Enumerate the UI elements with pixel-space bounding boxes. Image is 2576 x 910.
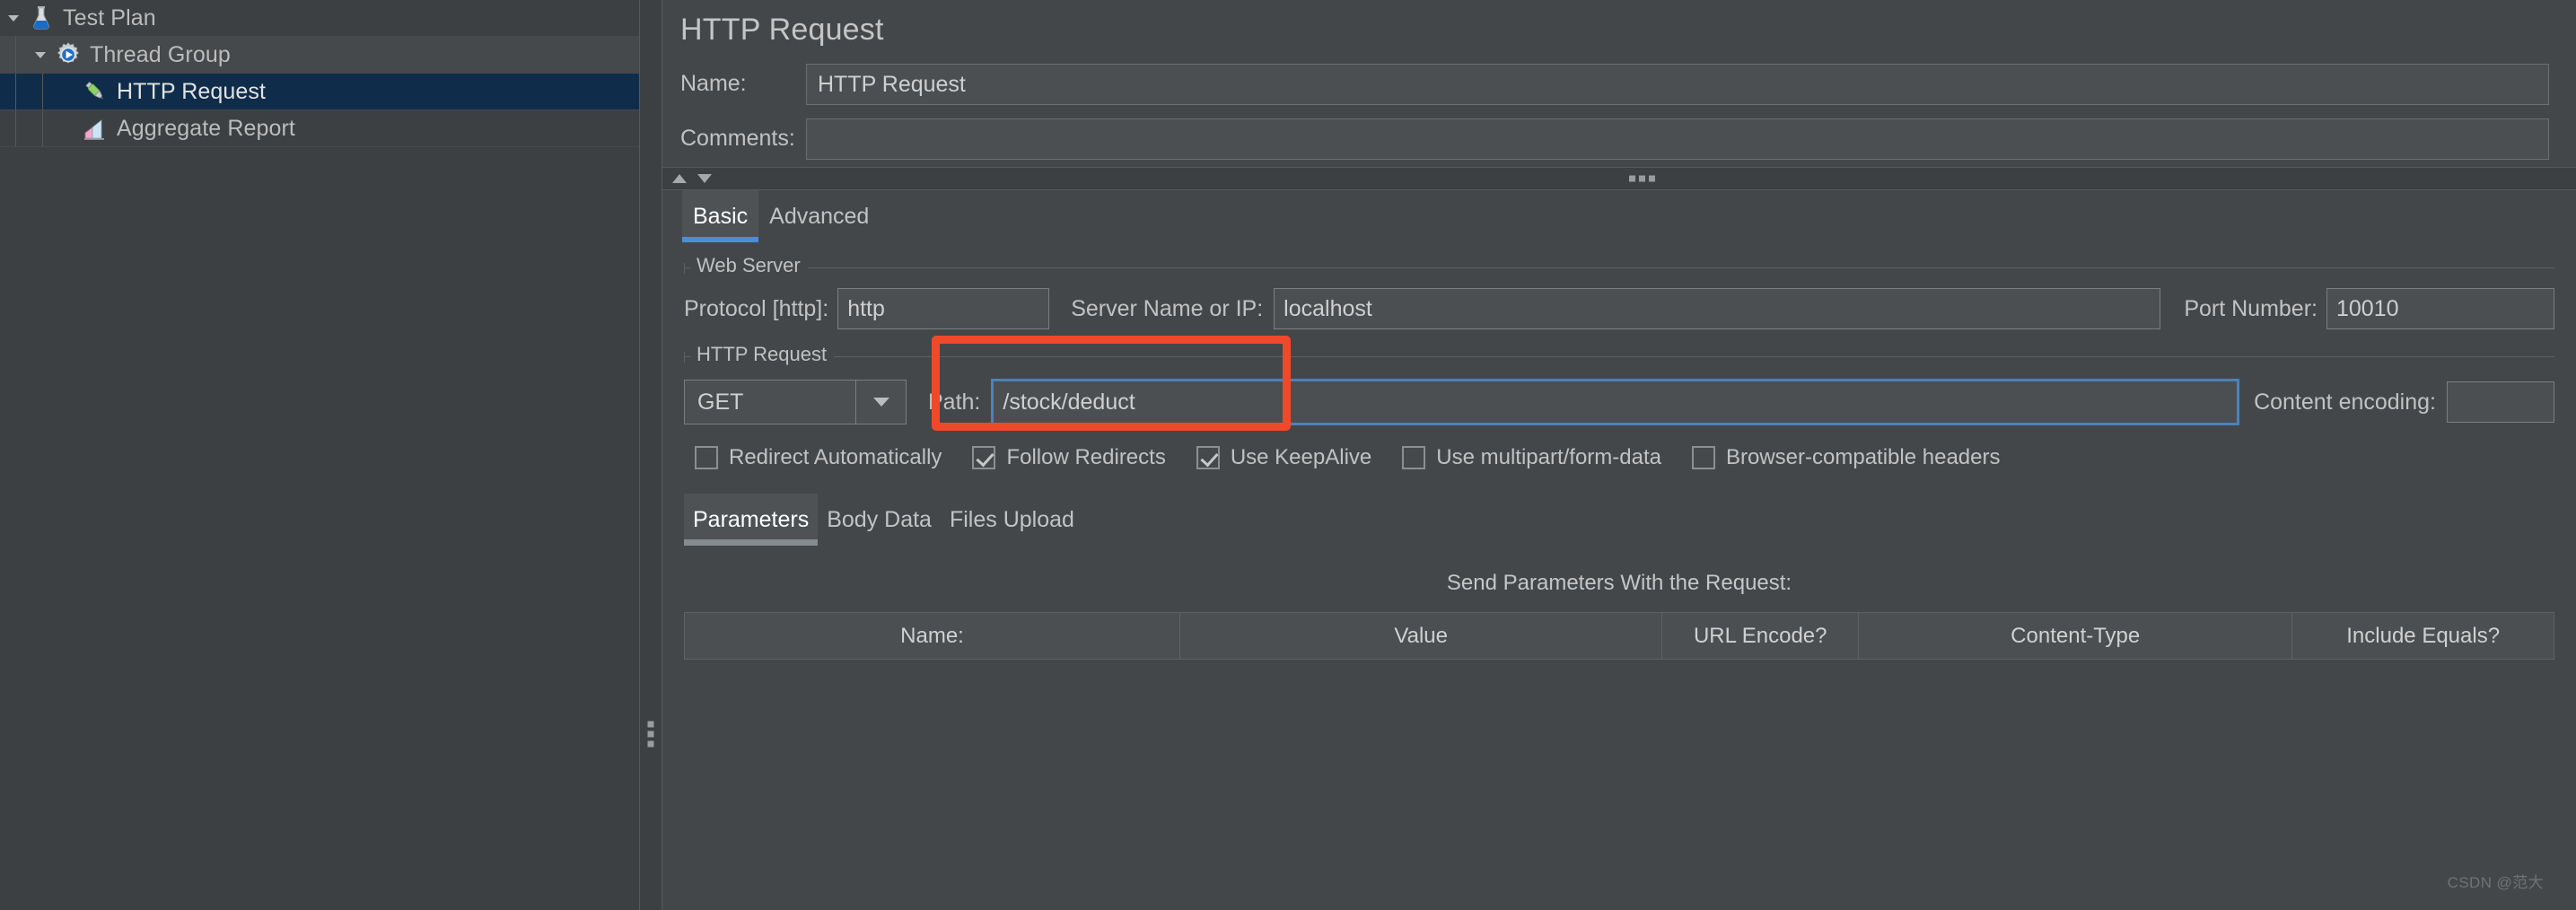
collapse-down-icon: [697, 174, 712, 183]
tab-advanced[interactable]: Advanced: [758, 190, 880, 242]
thread-group-gear-icon: [54, 40, 83, 69]
http-request-pen-icon: [81, 77, 110, 106]
checkbox-label: Use multipart/form-data: [1436, 445, 1661, 469]
flask-icon: [27, 4, 56, 32]
http-request-group-title: HTTP Request: [691, 343, 835, 366]
http-request-group: HTTP Request GET Path: /stock/deduct Con…: [684, 343, 2554, 470]
aggregate-report-chart-icon: [81, 114, 110, 143]
page-title: HTTP Request: [680, 13, 884, 47]
group-border-tick: [684, 263, 685, 274]
checkbox-use-keepalive[interactable]: Use KeepAlive: [1196, 445, 1371, 470]
indent-guide: [15, 37, 16, 73]
subtab-parameters[interactable]: Parameters: [684, 494, 819, 546]
indent-guide: [15, 74, 16, 109]
web-server-row: Protocol [http]: http Server Name or IP:…: [684, 288, 2554, 329]
checkbox-browser-compatible-headers[interactable]: Browser-compatible headers: [1692, 445, 2000, 470]
collapse-up-icon: [672, 174, 687, 183]
tree-item-aggregate-report[interactable]: Aggregate Report: [0, 110, 639, 147]
name-field-row: Name: HTTP Request: [662, 60, 2576, 108]
column-header-content-type[interactable]: Content-Type: [1858, 612, 2293, 660]
parameters-table: Name: Value URL Encode? Content-Type Inc…: [684, 612, 2554, 660]
tree-item-http-request[interactable]: HTTP Request: [0, 74, 639, 110]
request-data-tabs: Parameters Body Data Files Upload: [684, 494, 2554, 546]
column-header-name[interactable]: Name:: [684, 612, 1180, 660]
subtab-body-data[interactable]: Body Data: [818, 494, 941, 546]
horizontal-splitter[interactable]: [662, 167, 2576, 190]
subtab-files-upload[interactable]: Files Upload: [941, 494, 1083, 546]
comments-input[interactable]: [806, 118, 2549, 160]
checkbox-label: Browser-compatible headers: [1726, 445, 2001, 469]
server-name-label: Server Name or IP:: [1071, 295, 1264, 321]
checkbox-use-multipart-form-data[interactable]: Use multipart/form-data: [1402, 445, 1661, 470]
subtab-label: Files Upload: [949, 506, 1074, 532]
comments-field-row: Comments:: [662, 115, 2576, 162]
splitter-grip-dots: [1629, 175, 1655, 182]
request-options-checkboxes: Redirect Automatically Follow Redirects …: [684, 445, 2554, 470]
subtab-label: Parameters: [693, 506, 810, 532]
checkbox-label: Use KeepAlive: [1230, 445, 1372, 469]
tab-basic[interactable]: Basic: [682, 190, 759, 242]
web-server-group: Web Server Protocol [http]: http Server …: [684, 254, 2554, 329]
tree-item-label: Thread Group: [90, 41, 231, 67]
group-border-tick: [684, 352, 685, 363]
table-header-row: Name: Value URL Encode? Content-Type Inc…: [684, 612, 2554, 660]
path-input[interactable]: /stock/deduct: [991, 379, 2240, 425]
checkbox-box[interactable]: [1196, 446, 1220, 469]
http-request-editor: HTTP Request Name: HTTP Request Comments…: [662, 0, 2576, 910]
tree-item-thread-group[interactable]: Thread Group: [0, 37, 639, 74]
indent-guide: [42, 74, 43, 109]
tree-item-label: Test Plan: [63, 4, 156, 31]
checkbox-redirect-automatically[interactable]: Redirect Automatically: [695, 445, 942, 470]
path-label: Path:: [928, 389, 981, 415]
port-number-label: Port Number:: [2184, 295, 2318, 321]
watermark: CSDN @范大: [2447, 874, 2544, 891]
tree-item-label: Aggregate Report: [117, 115, 295, 141]
tab-label: Basic: [693, 203, 749, 229]
indent-guide: [15, 110, 16, 146]
indent-guide: [42, 110, 43, 146]
main-tabs: Basic Advanced: [662, 190, 2576, 242]
name-label: Name:: [680, 71, 747, 96]
tree-item-label: HTTP Request: [117, 78, 267, 104]
column-header-include-equals[interactable]: Include Equals?: [2291, 612, 2554, 660]
checkbox-box[interactable]: [1692, 446, 1715, 469]
editor-header: HTTP Request Name: HTTP Request Comments…: [662, 0, 2576, 167]
web-server-group-title: Web Server: [691, 254, 808, 277]
basic-tab-content: Web Server Protocol [http]: http Server …: [662, 242, 2576, 910]
port-number-input[interactable]: 10010: [2326, 288, 2554, 329]
splitter-grip-dots: [647, 721, 654, 748]
expand-toggle-test-plan[interactable]: [0, 10, 27, 26]
checkbox-label: Redirect Automatically: [729, 445, 942, 469]
send-parameters-caption: Send Parameters With the Request:: [1446, 571, 1792, 595]
name-input[interactable]: HTTP Request: [806, 63, 2549, 105]
checkbox-box[interactable]: [972, 446, 996, 469]
comments-label: Comments:: [680, 126, 795, 151]
server-name-input[interactable]: localhost: [1274, 288, 2161, 329]
expand-toggle-thread-group[interactable]: [27, 47, 54, 63]
protocol-input[interactable]: http: [837, 288, 1050, 329]
checkbox-box[interactable]: [1402, 446, 1426, 469]
subtab-label: Body Data: [827, 506, 932, 532]
http-method-select[interactable]: GET: [684, 380, 907, 424]
chevron-down-icon[interactable]: [855, 381, 906, 424]
content-encoding-label: Content encoding:: [2254, 389, 2436, 415]
test-plan-tree: Test Plan Thread Group HTTP Request Aggr…: [0, 0, 639, 910]
tab-label: Advanced: [769, 203, 870, 229]
protocol-label: Protocol [http]:: [684, 295, 829, 321]
content-encoding-input[interactable]: [2447, 381, 2554, 423]
checkbox-follow-redirects[interactable]: Follow Redirects: [972, 445, 1166, 470]
checkbox-box[interactable]: [695, 446, 718, 469]
method-path-row: GET Path: /stock/deduct Content encoding…: [684, 379, 2554, 425]
jmeter-window: Test Plan Thread Group HTTP Request Aggr…: [0, 0, 2576, 910]
vertical-splitter[interactable]: [639, 0, 662, 910]
splitter-arrows[interactable]: [671, 172, 713, 185]
http-method-value: GET: [697, 389, 744, 415]
column-header-value[interactable]: Value: [1178, 612, 1663, 660]
column-header-url-encode[interactable]: URL Encode?: [1661, 612, 1860, 660]
tree-item-test-plan[interactable]: Test Plan: [0, 0, 639, 37]
checkbox-label: Follow Redirects: [1006, 445, 1166, 469]
